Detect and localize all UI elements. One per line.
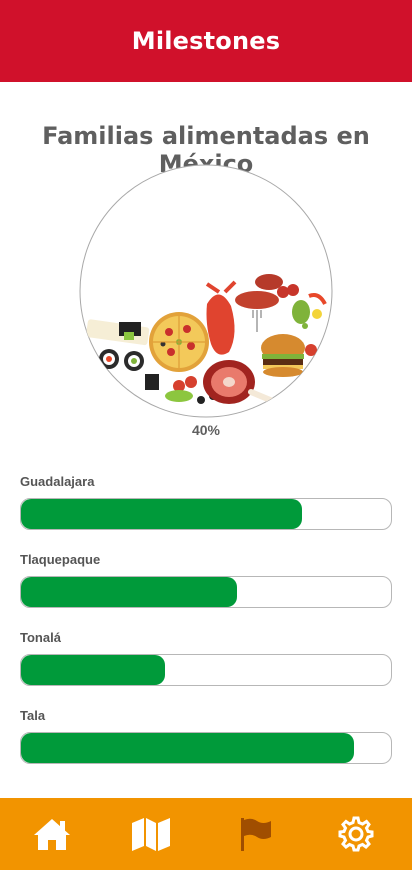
bottom-nav (0, 798, 412, 870)
progress-bar-fill (21, 577, 238, 607)
city-progress-guadalajara: Guadalajara (20, 474, 392, 530)
gear-icon (338, 816, 374, 852)
progress-bar-track (20, 576, 392, 608)
progress-circle (79, 164, 333, 418)
map-icon (132, 818, 170, 851)
city-label: Tlaquepaque (20, 552, 101, 567)
nav-milestones-button[interactable] (234, 814, 278, 854)
city-progress-tlaquepaque: Tlaquepaque (20, 552, 392, 608)
progress-percent: 40% (191, 422, 221, 438)
progress-bar-fill (21, 733, 354, 763)
food-illustration (79, 164, 333, 418)
nav-settings-button[interactable] (334, 814, 378, 854)
progress-bar-track (20, 498, 392, 530)
page-title: Milestones (131, 27, 281, 55)
progress-bar-track (20, 654, 392, 686)
nav-map-button[interactable] (129, 814, 173, 854)
city-progress-tala: Tala (20, 708, 392, 764)
city-label: Tonalá (20, 630, 61, 645)
app-header: Milestones (0, 0, 412, 82)
progress-bar-track (20, 732, 392, 764)
city-progress-tonala: Tonalá (20, 630, 392, 686)
flag-icon (241, 818, 271, 851)
nav-home-button[interactable] (30, 814, 74, 854)
city-label: Tala (20, 708, 46, 723)
progress-bar-fill (21, 499, 303, 529)
city-label: Guadalajara (20, 474, 95, 489)
home-icon (34, 819, 70, 850)
progress-bar-fill (21, 655, 166, 685)
